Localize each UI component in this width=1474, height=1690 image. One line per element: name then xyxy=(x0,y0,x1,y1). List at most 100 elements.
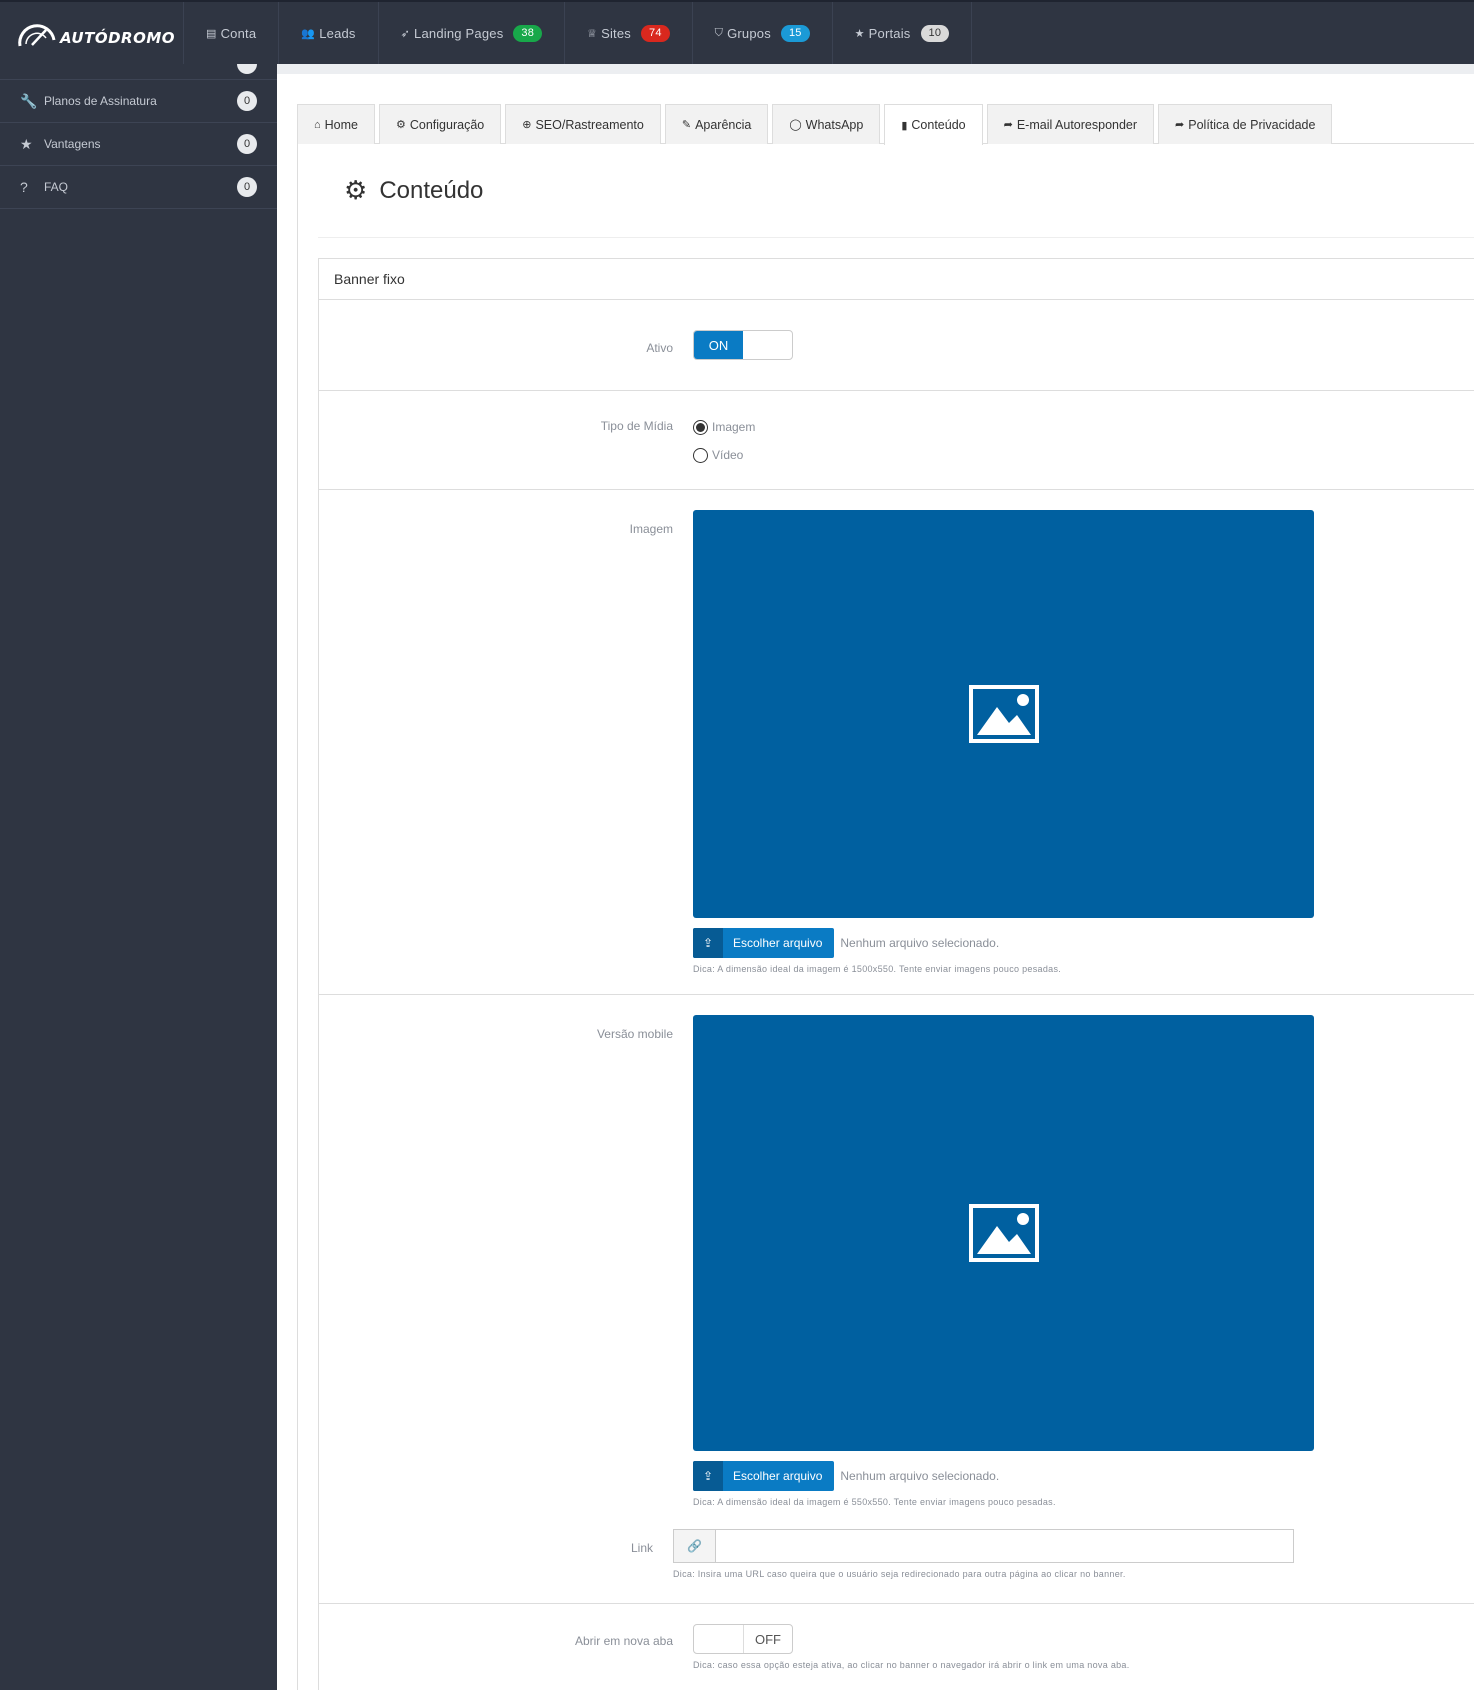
radio-dot xyxy=(693,447,708,463)
nav-label: Conta xyxy=(220,25,257,41)
nova-aba-row: Abrir em nova aba OFF Dica: caso essa op… xyxy=(319,1604,1474,1690)
mobile-row: Versão mobile ⇪ Escolher arquivo Nenhum … xyxy=(319,995,1474,1604)
tab-política-de-privacidade[interactable]: ➦ Política de Privacidade xyxy=(1158,104,1333,144)
magic-wand-icon: ✎ xyxy=(681,119,692,131)
page-header: ⚙ Conteúdo xyxy=(318,144,1474,238)
main-content: ⌂ Home ⚙ Configuração ⊕ SEO/Rastreamento ✎ Apar… xyxy=(297,104,1474,1690)
nav-item-leads[interactable]: 👥 Leads xyxy=(279,2,379,64)
sidebar-item-partial[interactable] xyxy=(0,64,277,80)
nav-item-portais[interactable]: ★ Portais 10 xyxy=(833,2,973,64)
mobile-label: Versão mobile xyxy=(596,1027,673,1041)
tab-label: Home xyxy=(324,117,358,132)
choose-file-label: Escolher arquivo xyxy=(733,936,823,950)
tab-seo-rastreamento[interactable]: ⊕ SEO/Rastreamento xyxy=(505,104,661,144)
nav-label: Portais xyxy=(868,25,911,41)
count-badge: 38 xyxy=(513,24,543,42)
radio-imagem[interactable]: Imagem xyxy=(693,413,1474,441)
sidebar-item-label: FAQ xyxy=(44,180,69,194)
link-input[interactable] xyxy=(716,1530,1293,1562)
sidebar-item-planos-de-assinatura[interactable]: 🔧 Planos de Assinatura 0 xyxy=(0,80,277,123)
tab-configuração[interactable]: ⚙ Configuração xyxy=(379,104,502,144)
image-icon xyxy=(968,685,1039,743)
nav-item-grupos[interactable]: ⛉ Grupos 15 xyxy=(693,2,833,64)
tab-label: E-mail Autoresponder xyxy=(1016,117,1138,132)
ativo-toggle[interactable]: ON xyxy=(693,330,793,360)
whatsapp-icon: ◯ xyxy=(789,119,802,131)
imagem-label: Imagem xyxy=(629,522,673,536)
share-icon: ➦ xyxy=(1003,119,1013,131)
sidebar-item-label: Vantagens xyxy=(44,137,101,151)
nova-aba-hint: Dica: caso essa opção esteja ativa, ao c… xyxy=(693,1660,1130,1670)
star-icon: ★ xyxy=(20,135,33,152)
ativo-label: Ativo xyxy=(646,341,673,355)
star-icon: ★ xyxy=(854,27,865,40)
tab-label: Aparência xyxy=(695,117,752,132)
mobile-hint: Dica: A dimensão ideal da imagem é 550x5… xyxy=(693,1497,1056,1507)
image-placeholder[interactable] xyxy=(693,510,1314,918)
sidebar-item-faq[interactable]: ? FAQ 0 xyxy=(0,166,277,209)
page-title: Conteúdo xyxy=(379,176,484,204)
count-badge: 0 xyxy=(237,91,257,111)
main-top-strip xyxy=(277,64,1474,74)
question-icon: ? xyxy=(20,179,28,195)
file-status: Nenhum arquivo selecionado. xyxy=(840,1469,1000,1483)
upload-icon: ⇪ xyxy=(693,1461,723,1491)
tags-icon: ⛉ xyxy=(714,26,724,39)
link-field-row: Link 🔗 Dica: Insira uma URL caso queira … xyxy=(299,1529,1474,1579)
tab-label: Política de Privacidade xyxy=(1188,117,1316,132)
count-badge: 10 xyxy=(920,24,950,42)
home-icon: ⌂ xyxy=(314,118,321,131)
ativo-row: Ativo ON xyxy=(319,300,1474,391)
brand-name: AUTÓDROMO xyxy=(60,29,176,47)
link-hint: Dica: Insira uma URL caso queira que o u… xyxy=(673,1569,1126,1579)
sidebar: 🔧 Planos de Assinatura 0 ★ Vantagens 0? FAQ 0 xyxy=(0,64,277,1690)
box-title: Banner fixo xyxy=(319,259,1474,300)
imagem-hint: Dica: A dimensão ideal da imagem é 1500x… xyxy=(693,964,1062,974)
banner-fixo-box: Banner fixo Ativo ON Tipo de Mídia Image… xyxy=(318,258,1474,1690)
toggle-off-label: OFF xyxy=(743,1625,792,1653)
share-icon: ➦ xyxy=(1175,119,1185,131)
tab-label: WhatsApp xyxy=(805,117,864,132)
count-badge: 0 xyxy=(237,134,257,154)
tab-label: Conteúdo xyxy=(911,118,966,132)
tab-home[interactable]: ⌂ Home xyxy=(297,104,375,144)
sidebar-item-vantagens[interactable]: ★ Vantagens 0 xyxy=(0,123,277,166)
radio-dot-selected xyxy=(693,419,708,435)
file-status: Nenhum arquivo selecionado. xyxy=(840,936,1000,950)
nav-label: Sites xyxy=(601,25,631,41)
choose-file-label: Escolher arquivo xyxy=(733,1469,823,1483)
nav-label: Grupos xyxy=(727,25,771,41)
nav-item-conta[interactable]: ▤ Conta xyxy=(184,2,280,64)
rocket-icon: ➶ xyxy=(400,27,411,40)
mobile-image-placeholder[interactable] xyxy=(693,1015,1314,1451)
tab-label: SEO/Rastreamento xyxy=(535,117,644,132)
tab-label: Configuração xyxy=(409,117,485,132)
tipo-midia-row: Tipo de Mídia Imagem Vídeo xyxy=(319,391,1474,490)
choose-file-button[interactable]: ⇪ Escolher arquivo xyxy=(693,928,835,958)
radio-imagem-label: Imagem xyxy=(712,420,756,434)
radio-video[interactable]: Vídeo xyxy=(693,441,1474,469)
users-icon: 👥 xyxy=(301,27,316,40)
speedometer-logo-icon xyxy=(18,24,56,47)
tab-whatsapp[interactable]: ◯ WhatsApp xyxy=(772,104,881,144)
nav-item-sites[interactable]: ♕ Sites 74 xyxy=(565,2,693,64)
nova-aba-toggle[interactable]: OFF xyxy=(693,1624,793,1654)
nav-label: Landing Pages xyxy=(414,25,504,41)
tab-panel: ⚙ Conteúdo Banner fixo Ativo ON Tipo de … xyxy=(297,144,1474,1690)
brand-logo[interactable]: AUTÓDROMO xyxy=(0,2,184,64)
radio-video-label: Vídeo xyxy=(712,448,744,462)
tab-conteúdo[interactable]: ▮ Conteúdo xyxy=(884,104,983,145)
nav-item-landing-pages[interactable]: ➶ Landing Pages 38 xyxy=(379,2,566,64)
tab-aparência[interactable]: ✎ Aparência xyxy=(664,104,769,144)
tab-e-mail-autoresponder[interactable]: ➦ E-mail Autoresponder xyxy=(986,104,1155,144)
crosshair-icon: ⊕ xyxy=(522,119,532,131)
choose-mobile-file-button[interactable]: ⇪ Escolher arquivo xyxy=(693,1461,835,1491)
book-icon: ▮ xyxy=(901,119,908,132)
wrench-icon: 🔧 xyxy=(20,92,38,109)
sidebar-item-label: Planos de Assinatura xyxy=(44,94,157,108)
nova-aba-label: Abrir em nova aba xyxy=(574,1634,673,1648)
top-navbar: AUTÓDROMO ▤ Conta 👥 Leads ➶ Landing Pages 38 ♕ S… xyxy=(0,0,1474,64)
gear-icon: ⚙ xyxy=(344,175,368,205)
briefcase-icon: ▤ xyxy=(206,27,217,40)
trophy-icon: ♕ xyxy=(587,27,598,40)
